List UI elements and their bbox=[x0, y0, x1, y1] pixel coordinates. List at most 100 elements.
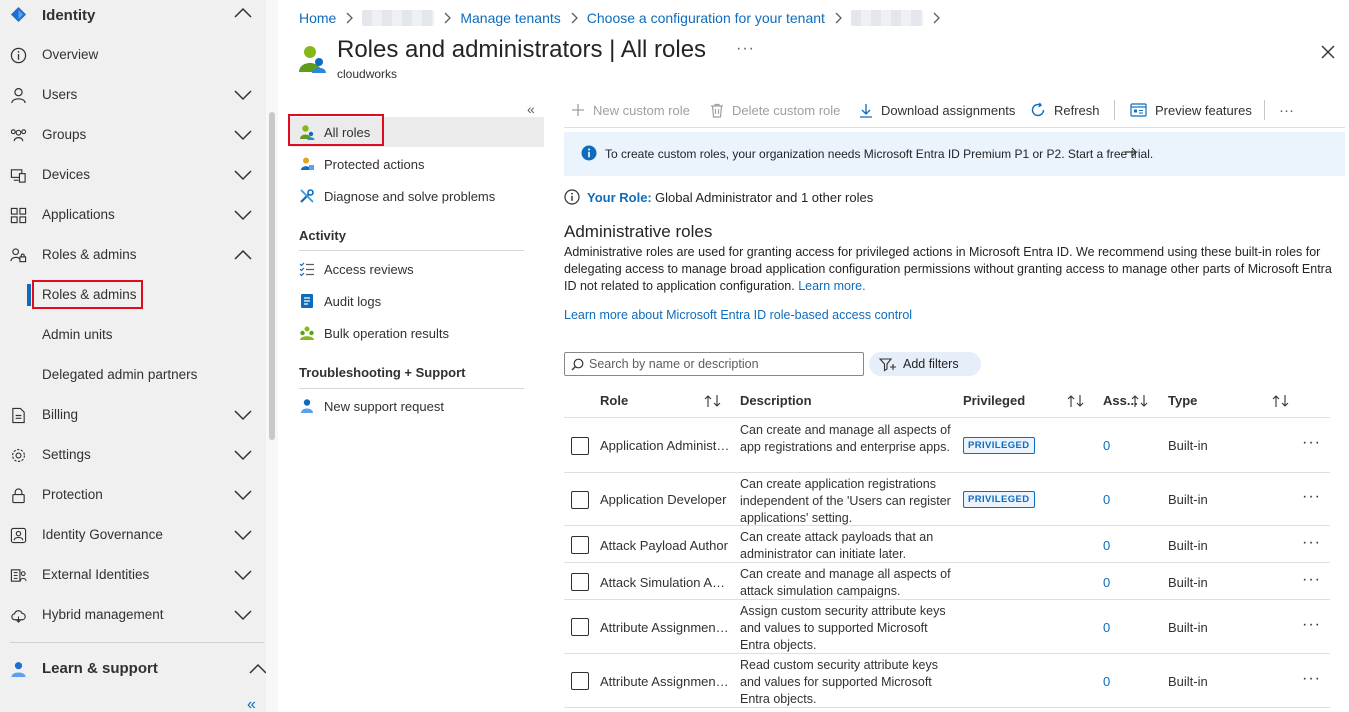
assignments-count[interactable]: 0 bbox=[1103, 438, 1110, 453]
nav-item-billing[interactable]: Billing bbox=[0, 395, 265, 435]
chevron-up-icon[interactable] bbox=[249, 661, 267, 677]
info-icon bbox=[581, 145, 597, 161]
breadcrumb-redacted[interactable] bbox=[850, 10, 923, 26]
menu-item-audit-logs[interactable]: Audit logs bbox=[290, 286, 544, 316]
role-name[interactable]: Attribute Assignment Reader bbox=[600, 674, 730, 689]
chevron-up-icon[interactable] bbox=[234, 5, 252, 21]
chevron-down-icon[interactable] bbox=[234, 407, 252, 423]
chevron-down-icon[interactable] bbox=[234, 607, 252, 623]
add-filters-button[interactable]: Add filters bbox=[869, 352, 981, 376]
column-header-role[interactable]: Role bbox=[600, 393, 628, 408]
sort-icon[interactable] bbox=[1272, 394, 1290, 408]
chevron-down-icon[interactable] bbox=[234, 487, 252, 503]
role-name[interactable]: Application Administrator bbox=[600, 438, 730, 453]
chevron-down-icon[interactable] bbox=[234, 567, 252, 583]
chevron-down-icon[interactable] bbox=[234, 167, 252, 183]
search-box[interactable] bbox=[564, 352, 864, 376]
nav-scrollbar-thumb[interactable] bbox=[269, 112, 275, 440]
column-header-privileged[interactable]: Privileged bbox=[963, 393, 1025, 408]
chevron-down-icon[interactable] bbox=[234, 207, 252, 223]
table-row[interactable]: Attack Simulation Administrator Can crea… bbox=[564, 563, 1330, 600]
close-icon[interactable] bbox=[1320, 44, 1336, 60]
nav-item-settings[interactable]: Settings bbox=[0, 435, 265, 475]
row-checkbox[interactable] bbox=[571, 672, 589, 690]
nav-item-roles-admins[interactable]: Roles & admins bbox=[0, 235, 265, 275]
row-checkbox[interactable] bbox=[571, 573, 589, 591]
new-custom-role-button[interactable]: New custom role bbox=[571, 98, 690, 122]
breadcrumb-manage-tenants[interactable]: Manage tenants bbox=[460, 10, 560, 26]
role-name[interactable]: Application Developer bbox=[600, 492, 730, 507]
breadcrumb-redacted[interactable] bbox=[362, 10, 435, 26]
collapse-menu-icon[interactable]: « bbox=[527, 102, 539, 116]
chevron-down-icon[interactable] bbox=[234, 527, 252, 543]
menu-item-diagnose-solve[interactable]: Diagnose and solve problems bbox=[290, 181, 544, 211]
nav-item-hybrid-management[interactable]: Hybrid management bbox=[0, 595, 265, 635]
nav-item-identity-governance[interactable]: Identity Governance bbox=[0, 515, 265, 555]
row-checkbox[interactable] bbox=[571, 437, 589, 455]
nav-item-external-identities[interactable]: External Identities bbox=[0, 555, 265, 595]
nav-subitem-delegated-admin-partners[interactable]: Delegated admin partners bbox=[0, 355, 265, 395]
table-row[interactable]: Attribute Assignment Reader Read custom … bbox=[564, 654, 1330, 708]
column-header-type[interactable]: Type bbox=[1168, 393, 1197, 408]
row-checkbox[interactable] bbox=[571, 536, 589, 554]
assignments-count[interactable]: 0 bbox=[1103, 674, 1110, 689]
chevron-down-icon[interactable] bbox=[234, 87, 252, 103]
preview-features-button[interactable]: Preview features bbox=[1130, 98, 1252, 122]
row-more-icon[interactable]: ··· bbox=[1302, 670, 1321, 688]
download-assignments-button[interactable]: Download assignments bbox=[859, 98, 1015, 122]
more-options-icon[interactable]: ··· bbox=[736, 40, 755, 58]
nav-subitem-admin-units[interactable]: Admin units bbox=[0, 315, 265, 355]
nav-item-users[interactable]: Users bbox=[0, 75, 265, 115]
table-row[interactable]: Application Developer Can create applica… bbox=[564, 473, 1330, 526]
delete-custom-role-button[interactable]: Delete custom role bbox=[710, 98, 840, 122]
collapse-nav-icon[interactable]: « bbox=[247, 697, 263, 712]
nav-item-devices[interactable]: Devices bbox=[0, 155, 265, 195]
row-more-icon[interactable]: ··· bbox=[1302, 616, 1321, 634]
assignments-count[interactable]: 0 bbox=[1103, 492, 1110, 507]
governance-icon bbox=[10, 527, 27, 544]
learn-more-link[interactable]: Learn more. bbox=[798, 279, 865, 293]
toolbar-more-icon[interactable]: ··· bbox=[1279, 98, 1294, 122]
assignments-count[interactable]: 0 bbox=[1103, 620, 1110, 635]
row-more-icon[interactable]: ··· bbox=[1302, 488, 1321, 506]
row-checkbox[interactable] bbox=[571, 491, 589, 509]
chevron-down-icon[interactable] bbox=[234, 127, 252, 143]
sort-icon[interactable] bbox=[1131, 394, 1149, 408]
toolbar-separator bbox=[1264, 100, 1265, 120]
nav-section-identity[interactable]: Identity bbox=[0, 0, 265, 40]
nav-item-protection[interactable]: Protection bbox=[0, 475, 265, 515]
assignments-count[interactable]: 0 bbox=[1103, 575, 1110, 590]
role-name[interactable]: Attack Payload Author bbox=[600, 538, 730, 553]
sort-icon[interactable] bbox=[1067, 394, 1085, 408]
rbac-learn-more-link[interactable]: Learn more about Microsoft Entra ID role… bbox=[564, 308, 912, 322]
breadcrumb-choose-configuration[interactable]: Choose a configuration for your tenant bbox=[587, 10, 825, 26]
row-more-icon[interactable]: ··· bbox=[1302, 571, 1321, 589]
nav-section-learn-support[interactable]: Learn & support bbox=[0, 649, 267, 689]
role-name[interactable]: Attribute Assignment Administrator bbox=[600, 620, 730, 635]
column-header-description[interactable]: Description bbox=[740, 393, 812, 408]
sort-icon[interactable] bbox=[704, 394, 722, 408]
menu-item-protected-actions[interactable]: Protected actions bbox=[290, 149, 544, 179]
row-more-icon[interactable]: ··· bbox=[1302, 434, 1321, 452]
table-row[interactable]: Attribute Assignment Administrator Assig… bbox=[564, 600, 1330, 654]
nav-item-groups[interactable]: Groups bbox=[0, 115, 265, 155]
toolbar-divider bbox=[564, 127, 1345, 128]
row-checkbox[interactable] bbox=[571, 618, 589, 636]
menu-item-access-reviews[interactable]: Access reviews bbox=[290, 254, 544, 284]
role-name[interactable]: Attack Simulation Administrator bbox=[600, 575, 730, 590]
assignments-count[interactable]: 0 bbox=[1103, 538, 1110, 553]
chevron-down-icon[interactable] bbox=[234, 447, 252, 463]
row-more-icon[interactable]: ··· bbox=[1302, 534, 1321, 552]
menu-item-new-support-request[interactable]: New support request bbox=[290, 391, 544, 421]
breadcrumb-home[interactable]: Home bbox=[299, 10, 336, 26]
nav-item-applications[interactable]: Applications bbox=[0, 195, 265, 235]
table-row[interactable]: Attack Payload Author Can create attack … bbox=[564, 526, 1330, 563]
chevron-up-icon[interactable] bbox=[234, 247, 252, 263]
arrow-right-icon[interactable] bbox=[1124, 145, 1138, 159]
cloud-icon bbox=[11, 610, 26, 623]
search-input[interactable] bbox=[589, 355, 859, 373]
menu-item-bulk-operation-results[interactable]: Bulk operation results bbox=[290, 318, 544, 348]
nav-item-overview[interactable]: Overview bbox=[0, 35, 265, 75]
table-row[interactable]: Application Administrator Can create and… bbox=[564, 419, 1330, 473]
refresh-button[interactable]: Refresh bbox=[1030, 98, 1100, 122]
